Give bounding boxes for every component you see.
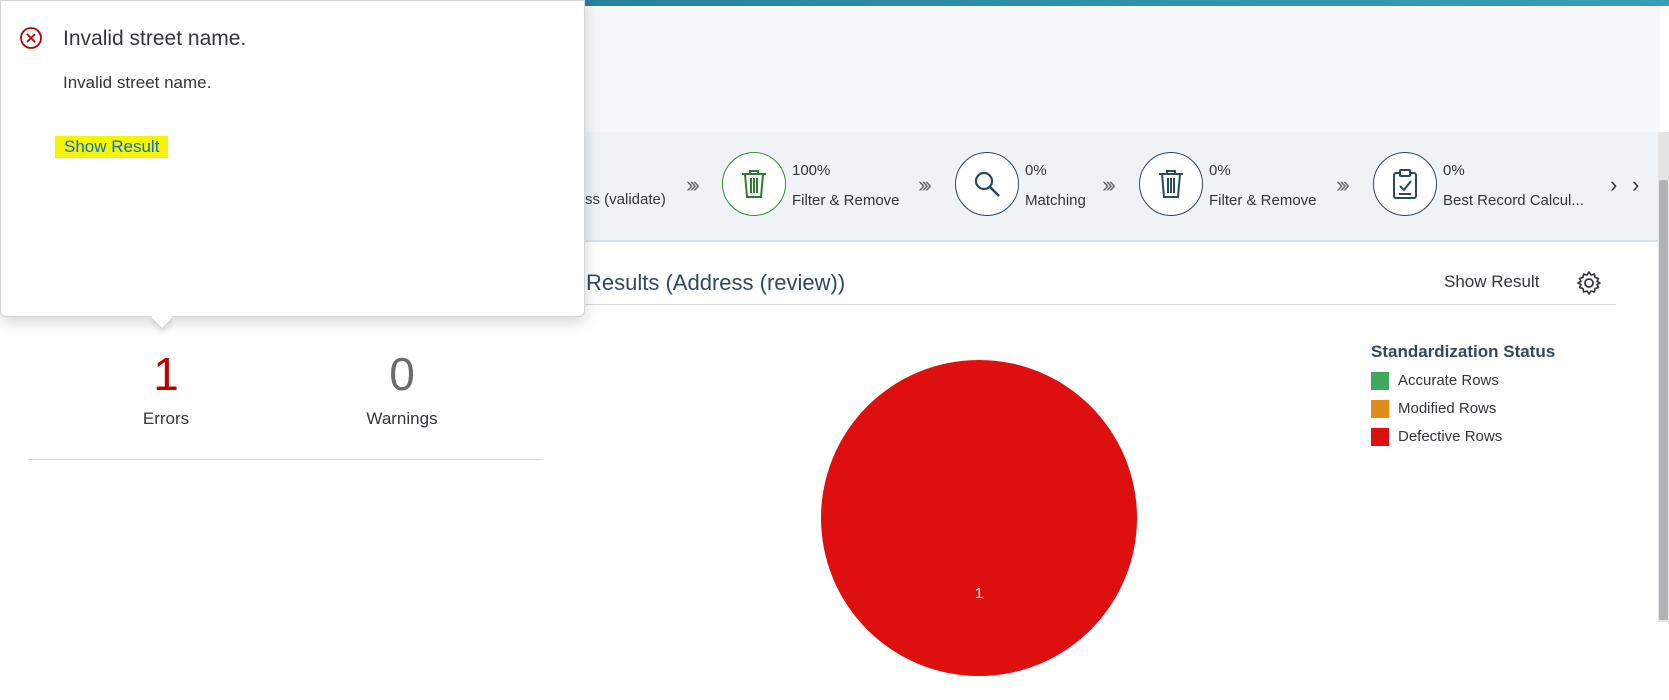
chevron-double-right-icon: ››› (918, 172, 932, 197)
step-percent: 100% (792, 162, 831, 179)
legend-label: Accurate Rows (1398, 372, 1499, 389)
legend-title: Standardization Status (1371, 342, 1556, 361)
chevron-double-right-icon: ››› (1102, 172, 1116, 197)
chevron-right-icon[interactable]: › (1610, 172, 1617, 198)
show-result-link[interactable]: Show Result (55, 136, 169, 158)
errors-label: Errors (142, 409, 190, 428)
legend-label: Defective Rows (1398, 428, 1503, 445)
step-label: Filter & Remove (792, 192, 900, 209)
search-icon (955, 152, 1019, 216)
error-circle-icon (20, 27, 42, 49)
step-label: Matching (1025, 192, 1086, 209)
results-title: Results (Address (review)) (586, 270, 846, 295)
scrollbar-thumb[interactable] (1659, 180, 1668, 620)
chevron-double-right-icon: ››› (686, 172, 700, 197)
error-message-popover: Invalid street name. Invalid street name… (0, 0, 585, 317)
popover-title: Invalid street name. (63, 27, 247, 50)
warnings-label: Warnings (366, 409, 438, 428)
errors-count[interactable]: 1 (106, 347, 226, 401)
trash-icon (722, 152, 786, 216)
step-label: Best Record Calcul... (1443, 192, 1584, 209)
divider (584, 304, 1616, 305)
legend-swatch (1371, 372, 1389, 390)
gear-icon[interactable] (1576, 270, 1602, 296)
step-percent: 0% (1025, 162, 1047, 179)
clipboard-check-icon (1373, 152, 1437, 216)
chevron-right-icon[interactable]: › (1632, 172, 1639, 198)
legend-label: Modified Rows (1398, 400, 1497, 417)
pie-slice-defective-rows[interactable] (821, 360, 1137, 676)
step-percent: 0% (1443, 162, 1465, 179)
legend-swatch (1371, 400, 1389, 418)
step-label: Filter & Remove (1209, 192, 1317, 209)
show-result-button[interactable]: Show Result (1444, 272, 1539, 292)
step-previous-label: ss (validate) (585, 191, 666, 208)
trash-icon (1139, 152, 1203, 216)
chevron-double-right-icon: ››› (1336, 172, 1350, 197)
step-percent: 0% (1209, 162, 1231, 179)
divider (28, 459, 543, 460)
warnings-count[interactable]: 0 (342, 347, 462, 401)
popover-description: Invalid street name. (63, 73, 212, 92)
pie-data-label: 1 (975, 585, 983, 602)
legend-swatch (1371, 428, 1389, 446)
standardization-pie-chart: 1 (821, 360, 1137, 676)
